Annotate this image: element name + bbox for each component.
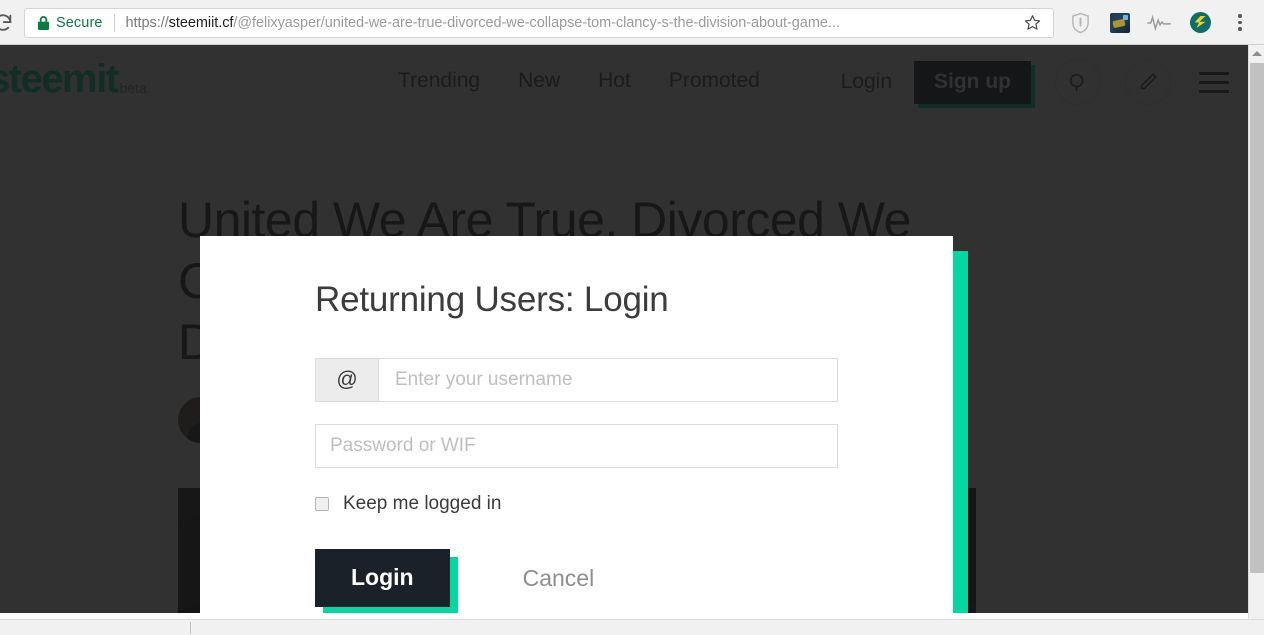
modal-actions: Login Cancel <box>315 549 838 607</box>
keep-logged-in-row[interactable]: Keep me logged in <box>315 493 838 515</box>
star-icon[interactable] <box>1019 14 1045 31</box>
url-text: https://steemiit.cf/@felixyasper/united-… <box>126 15 1019 31</box>
password-input[interactable] <box>315 424 838 468</box>
login-submit-button[interactable]: Login <box>315 549 450 607</box>
toolbar-extension-icons <box>1060 7 1264 39</box>
username-field-row: @ <box>315 358 838 402</box>
security-status-label: Secure <box>56 14 103 31</box>
horizontal-scrollbar-thumb[interactable] <box>190 622 191 634</box>
keep-logged-in-label: Keep me logged in <box>343 493 502 514</box>
kebab-menu-icon[interactable] <box>1220 7 1260 39</box>
browser-toolbar: Secure https://steemiit.cf/@felixyasper/… <box>0 0 1264 45</box>
login-modal: Returning Users: Login @ Keep me logged … <box>200 236 953 635</box>
url-host: steemiit.cf <box>168 14 234 31</box>
extension-square-icon[interactable] <box>1100 7 1140 39</box>
url-path: /@felixyasper/united-we-are-true-divorce… <box>233 14 840 31</box>
keep-logged-in-checkbox[interactable] <box>315 497 329 511</box>
lock-icon <box>37 15 50 31</box>
address-bar[interactable]: Secure https://steemiit.cf/@felixyasper/… <box>24 7 1054 38</box>
password-field-row <box>315 424 838 468</box>
username-input[interactable] <box>378 358 838 402</box>
vertical-scrollbar[interactable] <box>1248 45 1264 635</box>
at-symbol-icon: @ <box>315 358 378 402</box>
scroll-up-arrow-icon[interactable] <box>1249 45 1264 62</box>
teal-badge-icon[interactable] <box>1180 7 1220 39</box>
omnibox-divider <box>113 13 115 32</box>
page-viewport: steemit beta Trending New Hot Promoted L… <box>0 45 1264 635</box>
cancel-button[interactable]: Cancel <box>523 565 595 592</box>
url-scheme: https:// <box>125 14 169 31</box>
waveform-icon[interactable] <box>1140 7 1180 39</box>
vertical-scrollbar-thumb[interactable] <box>1250 63 1264 573</box>
reload-button[interactable] <box>0 8 20 38</box>
modal-title: Returning Users: Login <box>315 280 669 319</box>
shield-icon[interactable] <box>1060 7 1100 39</box>
horizontal-scrollbar[interactable] <box>0 619 1264 635</box>
